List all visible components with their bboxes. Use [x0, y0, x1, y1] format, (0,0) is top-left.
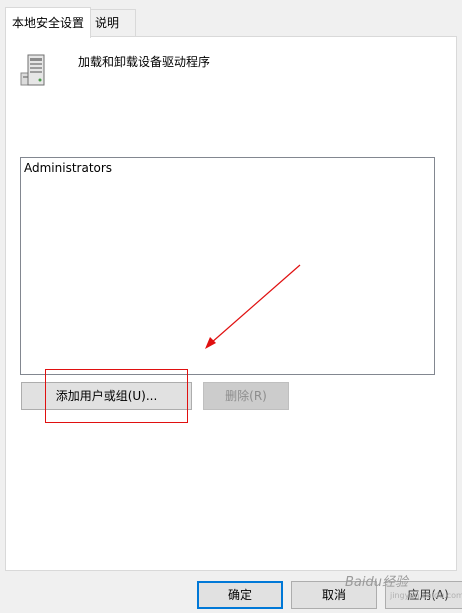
- tab-explain[interactable]: 说明: [90, 9, 136, 36]
- list-item[interactable]: Administrators: [24, 161, 112, 175]
- policy-title: 加载和卸载设备驱动程序: [78, 55, 211, 69]
- watermark: Baidu经验: [345, 575, 408, 590]
- remove-button[interactable]: 删除(R): [203, 382, 289, 410]
- watermark-url: jingyan.baidu.com: [390, 591, 462, 600]
- tab-label: 本地安全设置: [12, 16, 85, 30]
- tab-strip: 本地安全设置 说明: [0, 0, 462, 38]
- server-computer-icon: [20, 54, 45, 86]
- tab-local-security-setting[interactable]: 本地安全设置: [5, 7, 92, 38]
- tab-label: 说明: [95, 16, 120, 30]
- ok-button[interactable]: 确定: [197, 581, 283, 609]
- add-user-or-group-button[interactable]: 添加用户或组(U)...: [21, 382, 192, 410]
- assigned-users-list[interactable]: Administrators: [20, 157, 435, 375]
